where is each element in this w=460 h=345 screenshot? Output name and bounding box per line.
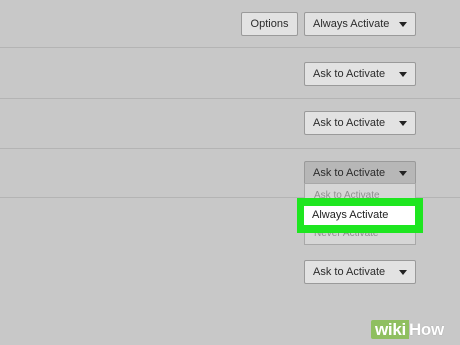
- options-button[interactable]: Options: [241, 12, 298, 36]
- select-value: Ask to Activate: [313, 167, 386, 179]
- logo-part-wiki: wiki: [371, 320, 409, 339]
- activation-select[interactable]: Always Activate: [304, 12, 416, 36]
- chevron-down-icon: [399, 121, 407, 126]
- activation-select[interactable]: Ask to Activate: [304, 111, 416, 135]
- activation-select-open[interactable]: Ask to Activate: [304, 161, 416, 185]
- select-value: Always Activate: [313, 18, 390, 30]
- logo-part-how: How: [408, 320, 444, 339]
- wikihow-logo: wiki How: [371, 320, 444, 340]
- activation-select[interactable]: Ask to Activate: [304, 260, 416, 284]
- chevron-down-icon: [399, 22, 407, 27]
- chevron-down-icon: [399, 270, 407, 275]
- highlight-frame: Always Activate: [297, 198, 423, 233]
- activation-select[interactable]: Ask to Activate: [304, 62, 416, 86]
- plugin-row: Ask to Activate: [0, 48, 460, 99]
- select-value: Ask to Activate: [313, 68, 386, 80]
- chevron-down-icon: [399, 171, 407, 176]
- dropdown-option-always[interactable]: Always Activate: [304, 206, 415, 225]
- chevron-down-icon: [399, 72, 407, 77]
- plugin-row: Options Always Activate: [0, 0, 460, 48]
- select-value: Ask to Activate: [313, 266, 386, 278]
- select-value: Ask to Activate: [313, 117, 386, 129]
- plugin-row: Ask to Activate: [0, 99, 460, 149]
